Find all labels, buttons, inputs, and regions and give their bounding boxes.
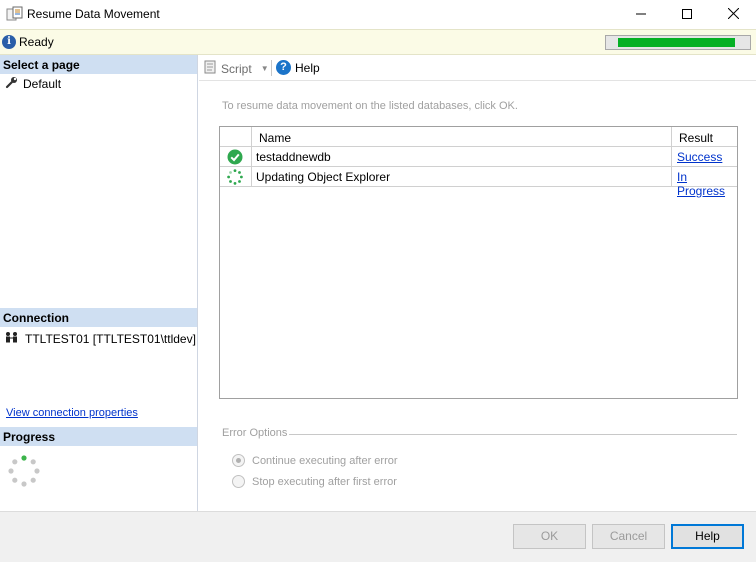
right-panel: Script ▼ ? Help To resume data movement …	[199, 55, 756, 511]
table-row: Updating Object Explorer In Progress	[220, 167, 737, 198]
help-button[interactable]: Help	[671, 524, 744, 549]
result-column-label: Result	[679, 131, 714, 145]
table-row: testaddnewdb Success	[220, 147, 737, 167]
continue-on-error-radio[interactable]	[232, 454, 245, 467]
help-icon: ?	[276, 60, 291, 75]
stop-on-error-option[interactable]: Stop executing after first error	[232, 475, 397, 488]
status-progress-fill	[618, 38, 735, 47]
connection-header: Connection	[0, 308, 197, 327]
page-item-default[interactable]: Default	[5, 76, 61, 92]
script-label: Script	[221, 61, 252, 76]
chevron-down-icon[interactable]: ▼	[261, 64, 269, 73]
error-options-title: Error Options	[222, 427, 288, 439]
cancel-button[interactable]: Cancel	[592, 524, 665, 549]
row-name: Updating Object Explorer	[256, 170, 391, 184]
ok-button[interactable]: OK	[513, 524, 586, 549]
row-result-link[interactable]: Success	[677, 150, 722, 164]
spinner-icon	[8, 455, 40, 490]
stop-on-error-label: Stop executing after first error	[252, 475, 397, 488]
button-bar: OK Cancel Help	[0, 511, 756, 562]
instruction-text: To resume data movement on the listed da…	[222, 100, 518, 112]
page-item-label: Default	[23, 77, 62, 91]
in-progress-spinner-icon	[227, 169, 243, 188]
icon-column-header	[220, 127, 252, 146]
continue-on-error-label: Continue executing after error	[252, 454, 398, 467]
connection-info: TTLTEST01 [TTLTEST01\ttldev]	[4, 331, 196, 347]
toolbar-help-button[interactable]: ? Help	[276, 60, 320, 75]
connection-label: TTLTEST01 [TTLTEST01\ttldev]	[25, 332, 196, 346]
minimize-icon	[636, 8, 646, 22]
view-connection-properties-link[interactable]: View connection properties	[6, 407, 138, 419]
dialog-app-icon	[6, 6, 23, 23]
left-panel: Select a page Default Connection TTLTEST…	[0, 55, 198, 511]
maximize-button[interactable]	[664, 0, 710, 29]
info-icon: i	[2, 35, 16, 49]
toolbar: Script ▼ ? Help	[199, 55, 756, 81]
script-button[interactable]: Script ▼	[203, 60, 269, 77]
close-icon	[727, 7, 739, 22]
row-name: testaddnewdb	[256, 150, 331, 164]
stop-on-error-radio[interactable]	[232, 475, 245, 488]
name-column-label: Name	[259, 131, 292, 145]
status-text: Ready	[19, 35, 54, 49]
users-icon	[4, 331, 25, 347]
results-grid: Name Result testaddnewdb Success Updatin…	[219, 126, 738, 399]
select-page-header: Select a page	[0, 55, 197, 74]
close-button[interactable]	[710, 0, 756, 29]
status-bar: i Ready	[0, 29, 756, 55]
maximize-icon	[682, 8, 692, 22]
window-title: Resume Data Movement	[27, 7, 160, 21]
toolbar-separator	[271, 60, 272, 76]
wrench-icon	[5, 76, 23, 92]
row-result-link[interactable]: In Progress	[677, 170, 737, 198]
error-options-divider	[289, 434, 737, 435]
result-column-header[interactable]: Result	[673, 127, 737, 146]
title-bar: Resume Data Movement	[0, 0, 756, 29]
grid-header: Name Result	[220, 127, 737, 147]
script-icon	[203, 60, 217, 77]
minimize-button[interactable]	[618, 0, 664, 29]
status-progress-bar	[605, 35, 751, 50]
toolbar-help-label: Help	[295, 60, 320, 75]
name-column-header[interactable]: Name	[253, 127, 672, 146]
continue-on-error-option[interactable]: Continue executing after error	[232, 454, 398, 467]
success-check-icon	[227, 149, 243, 168]
progress-header: Progress	[0, 427, 197, 446]
